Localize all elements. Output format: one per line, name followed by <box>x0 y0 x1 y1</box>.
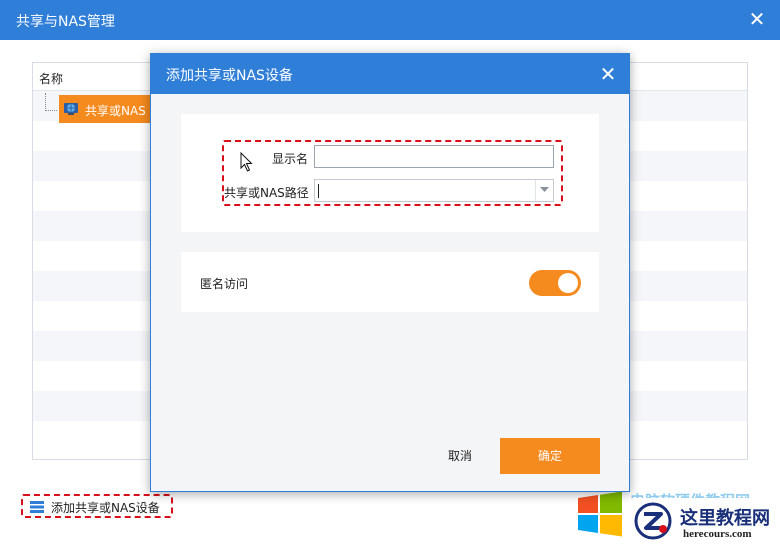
close-icon[interactable]: ✕ <box>746 8 768 30</box>
watermark-badge: 这里教程网 herecours.com <box>628 498 780 545</box>
toggle-knob <box>558 273 578 293</box>
tree-item-label: 共享或NAS <box>85 104 146 118</box>
dialog-title: 添加共享或NAS设备 <box>166 68 293 84</box>
add-share-nas-button[interactable]: 添加共享或NAS设备 <box>21 494 173 518</box>
column-header-name[interactable]: 名称 <box>39 70 63 87</box>
nas-globe-icon <box>63 101 79 117</box>
tree-connector <box>45 93 57 111</box>
watermark-url: herecours.com <box>683 528 752 540</box>
dialog-titlebar: 添加共享或NAS设备 ✕ <box>151 54 629 94</box>
path-label: 共享或NAS路径 <box>224 186 309 200</box>
add-device-dialog: 添加共享或NAS设备 ✕ 显示名 共享或NAS路径 匿名访问 取消 确定 <box>150 53 630 492</box>
path-combobox[interactable] <box>314 179 554 202</box>
add-share-nas-label: 添加共享或NAS设备 <box>51 501 160 515</box>
window-titlebar: 共享与NAS管理 ✕ <box>0 0 780 40</box>
cancel-button[interactable]: 取消 <box>435 439 485 473</box>
anonymous-access-label: 匿名访问 <box>200 277 249 291</box>
chevron-down-icon <box>540 187 549 192</box>
ok-button[interactable]: 确定 <box>500 438 600 474</box>
windows-logo-icon <box>576 490 624 538</box>
server-stack-icon <box>30 501 44 513</box>
watermark-logo-icon <box>634 502 672 540</box>
close-icon[interactable]: ✕ <box>597 63 619 85</box>
anonymous-access-toggle[interactable] <box>529 270 581 296</box>
anonymous-card: 匿名访问 <box>181 252 599 312</box>
display-name-input[interactable] <box>314 145 554 168</box>
display-name-label: 显示名 <box>272 152 309 166</box>
mouse-cursor-icon <box>240 151 254 172</box>
window-title: 共享与NAS管理 <box>16 14 115 30</box>
text-caret <box>318 184 319 198</box>
connection-card: 显示名 共享或NAS路径 <box>181 114 599 232</box>
watermark-title: 这里教程网 <box>680 508 770 529</box>
dropdown-button[interactable] <box>535 180 553 201</box>
